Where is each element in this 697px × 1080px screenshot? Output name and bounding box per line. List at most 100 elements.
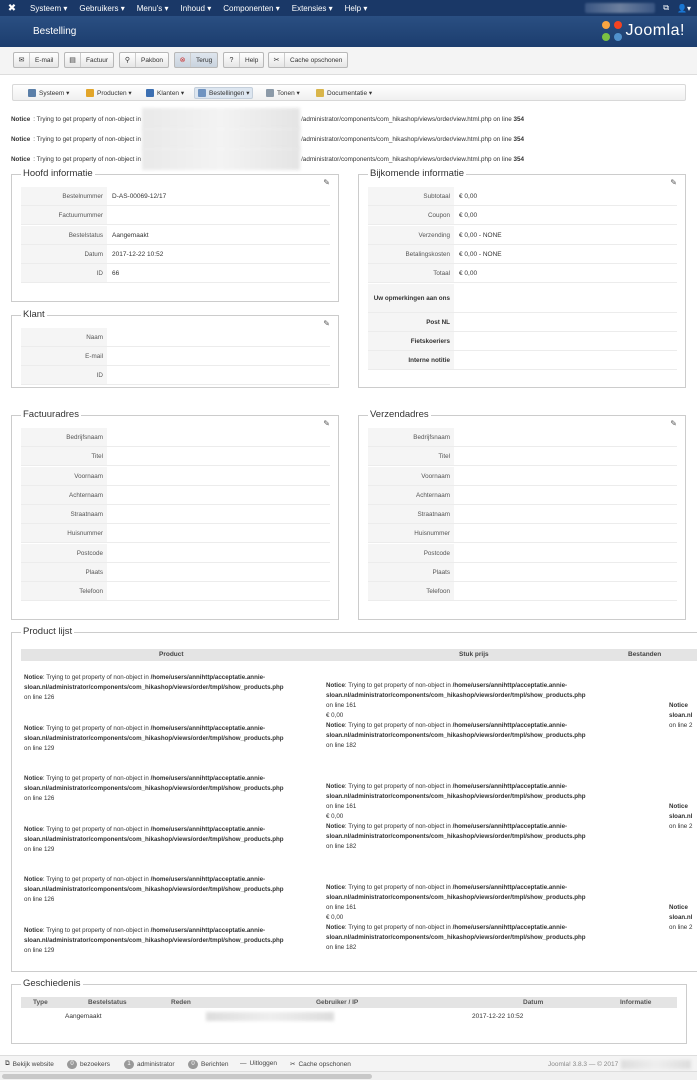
row-value xyxy=(107,206,330,224)
user-menu[interactable]: 👤▾ xyxy=(677,4,691,13)
row-value xyxy=(454,332,677,350)
notice-text: : Trying to get property of non-object i… xyxy=(42,674,149,681)
notice-label: Notice xyxy=(24,674,43,681)
user-icon: 👤 xyxy=(677,3,687,13)
help-button-label: Help xyxy=(245,56,259,64)
row-label: Datum xyxy=(21,245,107,263)
panel-title: Geschiedenis xyxy=(21,978,83,989)
logout-link[interactable]: — Uitloggen xyxy=(240,1060,277,1067)
edit-pencil-icon[interactable]: ✎ xyxy=(670,178,677,187)
notice-label: Notice xyxy=(326,823,345,830)
menu-systeem[interactable]: Systeem ▾ xyxy=(24,4,73,13)
notice-line: on line 129 xyxy=(24,846,55,853)
notice-path: /home/users/annihttp/acceptatie.annie- xyxy=(150,826,266,833)
help-button[interactable]: ? Help xyxy=(223,52,265,68)
row-label: Factuurnummer xyxy=(21,206,107,224)
messages-indicator[interactable]: 0 Berichten xyxy=(188,1060,228,1069)
cache-opschonen-button[interactable]: ✂ Cache opschonen xyxy=(268,52,349,68)
view-site-link[interactable]: ⧉ Bekijk website xyxy=(5,1060,54,1068)
edit-pencil-icon[interactable]: ✎ xyxy=(670,419,677,428)
row-label: E-mail xyxy=(21,347,107,365)
notice-path: sloan.nl/administrator/components/com_hi… xyxy=(24,836,284,843)
product-notice: Notice: Trying to get property of non-ob… xyxy=(24,825,324,855)
product-notice: Notice: Trying to get property of non-ob… xyxy=(24,875,324,905)
edit-pencil-icon[interactable]: ✎ xyxy=(323,319,330,328)
address-row: Titel xyxy=(368,447,677,466)
row-value: € 0,00 xyxy=(459,192,478,200)
menu-inhoud[interactable]: Inhoud ▾ xyxy=(175,4,218,13)
row-label: ID xyxy=(21,366,107,384)
mail-icon: ✉ xyxy=(14,53,30,67)
address-row: Postcode xyxy=(368,544,677,563)
address-row: Huisnummer xyxy=(368,524,677,543)
notice-line: on line 129 xyxy=(24,745,55,752)
notice-line: on line 2 xyxy=(669,823,693,830)
row-value: € 0,00 xyxy=(459,269,478,277)
menu-componenten[interactable]: Componenten ▾ xyxy=(217,4,286,13)
price-notice: Notice: Trying to get property of non-ob… xyxy=(326,782,626,852)
info-row: ID xyxy=(21,366,330,385)
submenu-bestellingen[interactable]: Bestellingen ▾ xyxy=(194,87,254,99)
address-row: Straatnaam xyxy=(368,505,677,524)
row-label: Telefoon xyxy=(21,582,107,600)
terug-button[interactable]: ⊗ Terug xyxy=(174,52,219,68)
row-label: Fietskoeriers xyxy=(368,332,454,350)
col-bestelstatus: Bestelstatus xyxy=(88,999,127,1006)
notice-path: /home/users/annihttp/acceptatie.annie- xyxy=(150,674,266,681)
menu-menus[interactable]: Menu's ▾ xyxy=(131,4,175,13)
submenu-producten[interactable]: Producten ▾ xyxy=(83,87,135,99)
product-notice: Notice: Trying to get property of non-ob… xyxy=(24,724,324,754)
email-button[interactable]: ✉ E-mail xyxy=(13,52,60,68)
hikashop-submenu: Systeem ▾ Producten ▾ Klanten ▾ Bestelli… xyxy=(12,84,686,101)
panel-title: Factuuradres xyxy=(21,409,81,420)
user-caret: ▾ xyxy=(686,3,691,13)
address-row: Voornaam xyxy=(368,467,677,486)
address-row: Bedrijfsnaam xyxy=(368,428,677,447)
external-link-icon[interactable]: ⧉ xyxy=(663,3,669,13)
col-type: Type xyxy=(33,999,48,1006)
cache-link[interactable]: ✂ Cache opschonen xyxy=(290,1060,351,1069)
joomla-icon[interactable]: ✖ xyxy=(0,3,24,14)
col-stukprijs: Stuk prijs xyxy=(459,651,489,658)
scrollbar-thumb[interactable] xyxy=(2,1074,372,1079)
row-label: Achternaam xyxy=(21,486,107,504)
submenu-klanten[interactable]: Klanten ▾ xyxy=(143,87,187,99)
notice-label: Notice xyxy=(11,115,31,123)
redacted-site-name xyxy=(621,1060,692,1069)
row-label: Titel xyxy=(368,447,454,465)
submenu-tonen[interactable]: Tonen ▾ xyxy=(263,87,303,99)
notice-path: sloan.nl/administrator/components/com_hi… xyxy=(326,692,586,699)
hoofd-informatie-panel: Hoofd informatie ✎ Bestelnummer D-AS-0006… xyxy=(11,168,339,302)
submenu-label: Systeem ▾ xyxy=(39,90,70,97)
menu-extensies[interactable]: Extensies ▾ xyxy=(286,4,339,13)
edit-pencil-icon[interactable]: ✎ xyxy=(323,178,330,187)
customers-icon xyxy=(146,89,154,97)
submenu-documentatie[interactable]: Documentatie ▾ xyxy=(313,87,375,99)
horizontal-scrollbar[interactable] xyxy=(0,1071,697,1080)
row-value: Aangemaakt xyxy=(112,231,149,239)
notice-line: 354 xyxy=(513,135,525,143)
notice-path: /home/users/annihttp/acceptatie.annie- xyxy=(150,725,266,732)
history-date: 2017-12-22 10:52 xyxy=(472,1013,524,1020)
submenu-systeem[interactable]: Systeem ▾ xyxy=(25,87,72,99)
notice-line: on line 126 xyxy=(24,694,55,701)
notice-online: on line xyxy=(493,155,512,163)
page-title: Bestelling xyxy=(33,26,77,37)
notice-text: : Trying to get property of non-object i… xyxy=(33,135,142,143)
notice-path: /administrator/components/com_hikashop/v… xyxy=(301,135,492,143)
menu-help[interactable]: Help ▾ xyxy=(339,4,374,13)
factuur-button[interactable]: ▤ Factuur xyxy=(64,52,115,68)
address-row: Titel xyxy=(21,447,330,466)
visitors-label: bezoekers xyxy=(80,1061,110,1068)
menu-gebruikers[interactable]: Gebruikers ▾ xyxy=(73,4,130,13)
verzendadres-panel: Verzendadres ✎ Bedrijfsnaam Titel Voorna… xyxy=(358,409,686,620)
address-row: Huisnummer xyxy=(21,524,330,543)
notice-label: Notice xyxy=(11,135,31,143)
edit-pencil-icon[interactable]: ✎ xyxy=(323,419,330,428)
pakbon-button[interactable]: ⚲ Pakbon xyxy=(119,52,170,68)
cache-button-label: Cache opschonen xyxy=(290,56,343,64)
notice-text: : Trying to get property of non-object i… xyxy=(33,155,142,163)
visitors-indicator: 0 bezoekers xyxy=(67,1060,110,1069)
row-value xyxy=(107,366,330,384)
row-value: D-AS-00069-12/17 xyxy=(112,192,167,200)
